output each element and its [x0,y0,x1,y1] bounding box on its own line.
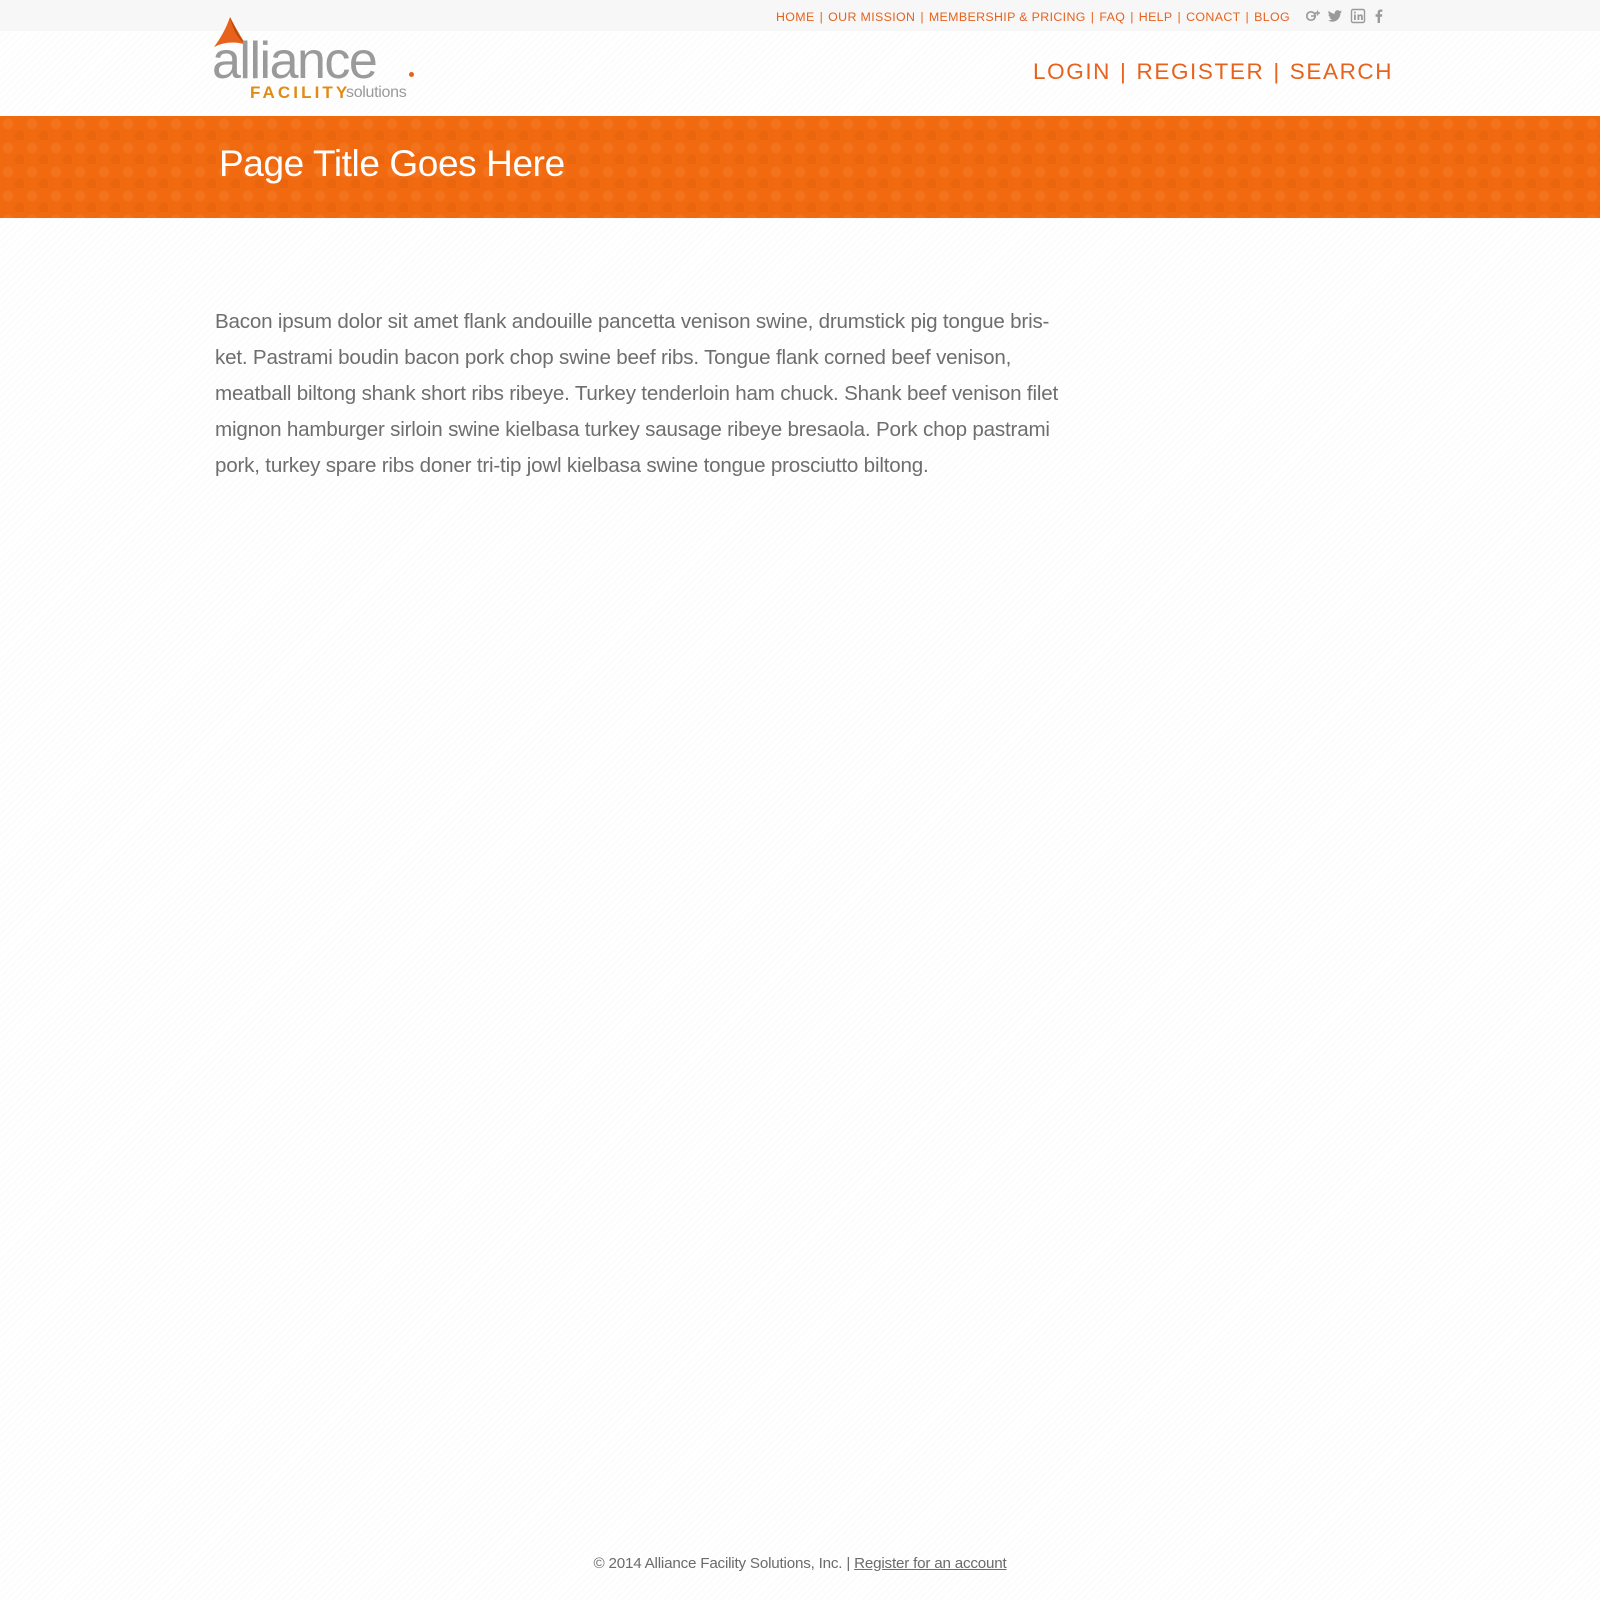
paragraph-line: Bacon ipsum dolor sit amet flank andouil… [215,310,1050,333]
nav-separator: | [1177,10,1182,24]
paragraph-line: mignon hamburger sirloin swine kielbasa … [215,418,1050,441]
nav-help-link[interactable]: HELP [1139,10,1173,24]
nav-home-link[interactable]: HOME [776,10,815,24]
paragraph-line: ket. Pastrami boudin bacon pork chop swi… [215,346,1012,369]
top-nav: HOME | OUR MISSION | MEMBERSHIP & PRICIN… [776,10,1290,24]
nav-separator: | [819,10,824,24]
body-paragraph: Bacon ipsum dolor sit amet flank andouil… [215,304,1100,484]
nav-separator: | [1245,10,1250,24]
logo-facility-text: FACILITY [250,83,351,102]
copyright-text: © 2014 Alliance Facility Solutions, Inc.… [593,1555,851,1572]
logo-solutions-text: solutions [346,84,407,101]
nav-our-mission-link[interactable]: OUR MISSION [828,10,915,24]
login-link[interactable]: LOGIN [1033,59,1111,85]
nav-membership-pricing-link[interactable]: MEMBERSHIP & PRICING [929,10,1086,24]
paragraph-line: pork, turkey spare ribs doner tri-tip jo… [215,454,929,477]
page-title: Page Title Goes Here [219,143,565,184]
register-account-link[interactable]: Register for an account [854,1555,1007,1572]
google-plus-icon[interactable] [1305,8,1321,24]
logo-dot [409,72,414,77]
nav-separator: | [920,10,924,24]
footer: © 2014 Alliance Facility Solutions, Inc.… [0,1555,1600,1572]
linkedin-icon[interactable] [1350,8,1366,24]
search-link[interactable]: SEARCH [1290,59,1393,85]
nav-faq-link[interactable]: FAQ [1099,10,1125,24]
auth-separator: | [1120,59,1128,84]
alliance-logo[interactable]: alliance FACILITY solutions [212,17,417,103]
register-link[interactable]: REGISTER [1136,59,1264,85]
paragraph-line: meatball biltong shank short ribs ribeye… [215,382,1058,405]
auth-separator: | [1273,59,1281,84]
nav-blog-link[interactable]: BLOG [1254,10,1290,24]
nav-separator: | [1090,10,1095,24]
facebook-icon[interactable] [1371,8,1387,24]
twitter-icon[interactable] [1327,8,1343,24]
nav-separator: | [1130,10,1134,24]
auth-nav: LOGIN | REGISTER | SEARCH [1033,59,1393,85]
nav-contact-link[interactable]: CONACT [1186,10,1240,24]
logo-wordmark: alliance [212,32,378,90]
